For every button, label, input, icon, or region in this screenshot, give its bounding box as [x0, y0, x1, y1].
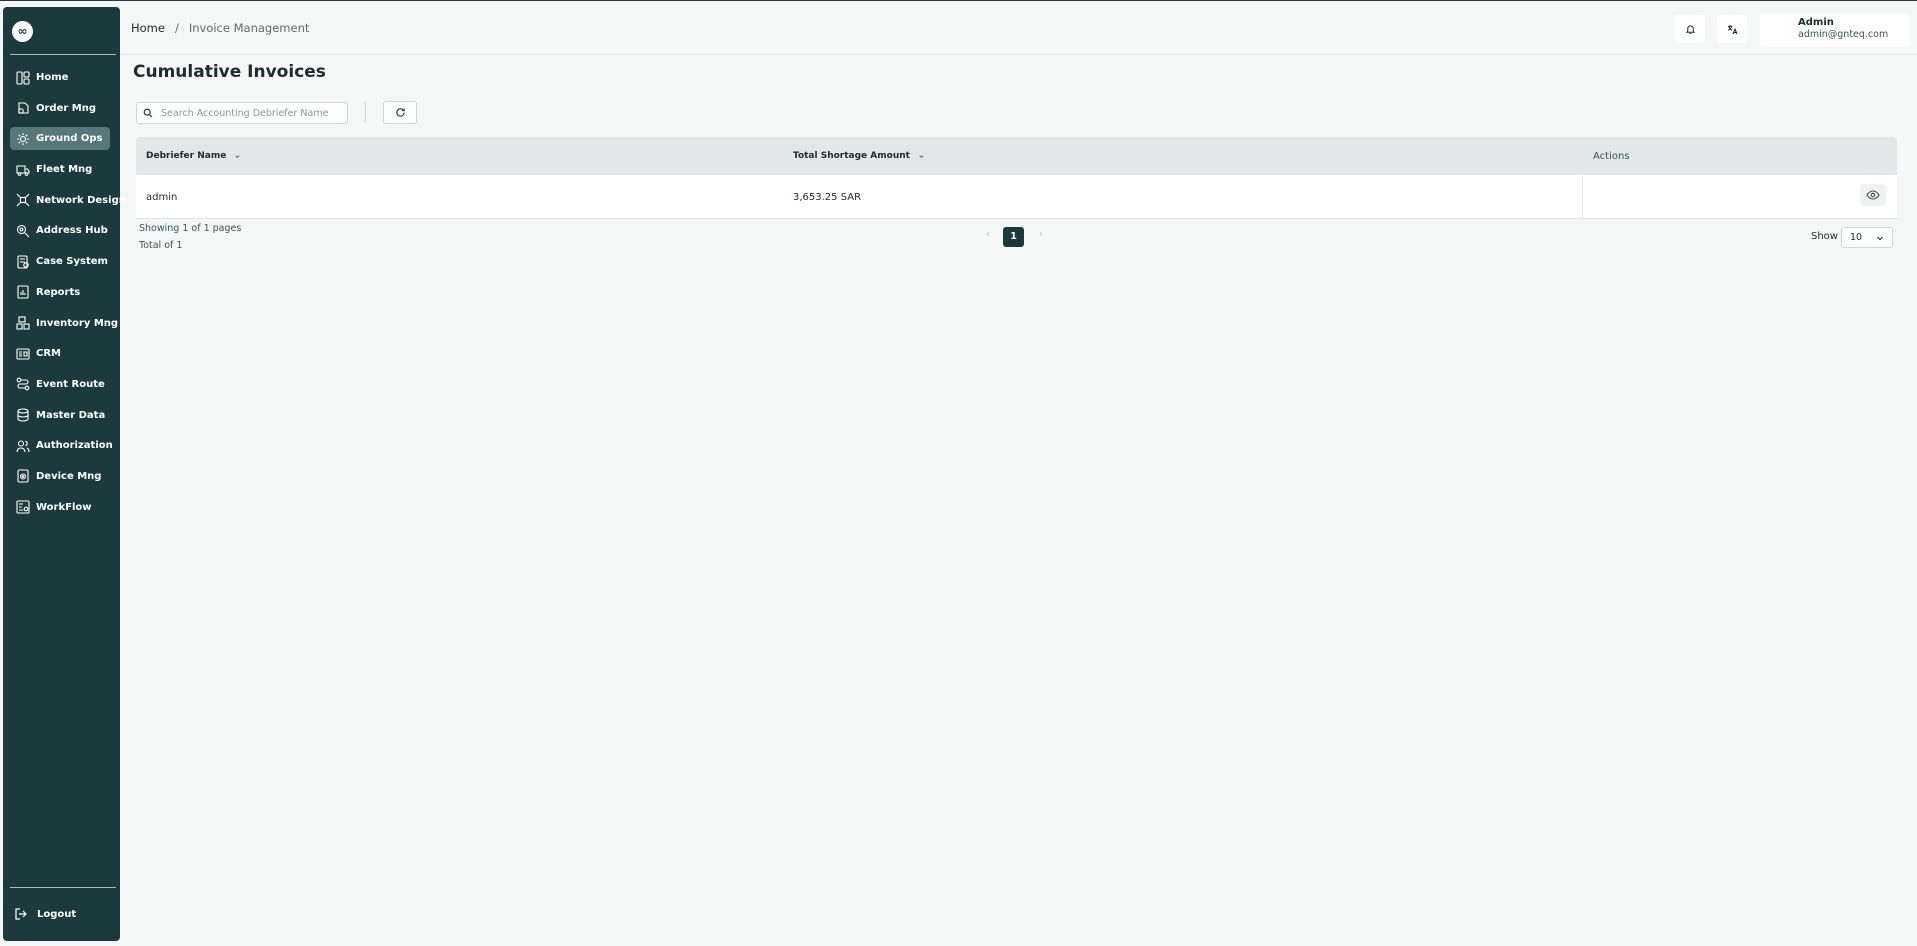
- dashboard-icon: [16, 70, 30, 85]
- top-header: Home / Invoice Management Admin admin@gn…: [120, 1, 1917, 55]
- page-size-value: 10: [1850, 232, 1863, 243]
- user-profile-button[interactable]: Admin admin@gnteq.com: [1760, 14, 1910, 47]
- logout-button[interactable]: Logout: [14, 907, 76, 921]
- column-header-total-shortage-amount[interactable]: Total Shortage Amount: [793, 137, 925, 175]
- inventory-icon: [16, 316, 30, 330]
- page-size-label: Show: [1811, 231, 1838, 242]
- sidebar-item-fleet-mng[interactable]: Fleet Mng: [10, 158, 110, 181]
- logout-icon: [15, 908, 27, 920]
- toolbar-divider: [365, 101, 366, 123]
- sidebar-item-label: Network Design: [36, 194, 126, 206]
- sidebar-item-master-data[interactable]: Master Data: [10, 404, 110, 427]
- sidebar-item-network-design[interactable]: Network Design: [10, 189, 126, 212]
- refresh-icon: [395, 108, 405, 117]
- sidebar-item-case-system[interactable]: Case System: [10, 250, 110, 273]
- sidebar-item-label: Address Hub: [36, 225, 108, 237]
- column-header-debriefer-name[interactable]: Debriefer Name: [146, 137, 241, 175]
- sidebar-item-device-mng[interactable]: Device Mng: [10, 465, 110, 488]
- sidebar-item-label: Inventory Mng: [36, 317, 119, 329]
- next-page-button[interactable]: ›: [1039, 229, 1043, 240]
- sidebar-item-authorization[interactable]: Authorization: [10, 434, 113, 457]
- sidebar-divider: [10, 887, 116, 888]
- sidebar-item-inventory-mng[interactable]: Inventory Mng: [10, 312, 118, 335]
- column-label: Total Shortage Amount: [793, 151, 910, 161]
- sidebar-nav: Home Order Mng Ground Ops Fleet Mng Netw…: [10, 66, 126, 526]
- table-header: Debriefer Name Total Shortage Amount Act…: [136, 137, 1897, 175]
- order-icon: [18, 102, 29, 114]
- app-logo[interactable]: ∞: [12, 21, 33, 42]
- table-row: admin 3,653.25 SAR: [136, 175, 1897, 219]
- column-header-actions: Actions: [1593, 150, 1630, 162]
- logout-label: Logout: [37, 908, 77, 920]
- breadcrumb-separator: /: [174, 21, 179, 35]
- sidebar-item-label: Fleet Mng: [36, 164, 93, 176]
- users-icon: [16, 440, 30, 452]
- view-button[interactable]: [1860, 184, 1886, 206]
- pagination-showing: Showing 1 of 1 pages: [139, 223, 242, 234]
- chevron-down-icon: [1877, 236, 1883, 241]
- device-icon: [17, 469, 29, 483]
- language-button[interactable]: [1717, 15, 1747, 43]
- sidebar-divider: [10, 54, 116, 55]
- sidebar-item-label: Authorization: [36, 440, 113, 452]
- ground-ops-icon: [17, 132, 29, 145]
- sidebar-item-workflow[interactable]: WorkFlow: [10, 496, 110, 519]
- refresh-button[interactable]: [383, 101, 417, 124]
- case-icon: [17, 255, 29, 269]
- invoices-table: Debriefer Name Total Shortage Amount Act…: [136, 137, 1897, 219]
- sidebar-item-crm[interactable]: CRM: [10, 342, 110, 365]
- sidebar-item-label: Event Route: [36, 378, 105, 390]
- sidebar-item-ground-ops[interactable]: Ground Ops: [10, 127, 110, 151]
- bell-icon: [1685, 24, 1695, 34]
- user-email: admin@gnteq.com: [1798, 29, 1889, 40]
- page-title: Cumulative Invoices: [133, 62, 326, 82]
- search-input[interactable]: [161, 107, 341, 119]
- breadcrumb: Home / Invoice Management: [131, 21, 309, 35]
- breadcrumb-home[interactable]: Home: [131, 21, 165, 35]
- sidebar-item-order-mng[interactable]: Order Mng: [10, 97, 110, 120]
- notifications-button[interactable]: [1675, 15, 1705, 43]
- translate-icon: [1727, 24, 1738, 34]
- sort-chevron-icon: [919, 154, 924, 158]
- route-icon: [16, 378, 30, 391]
- workflow-icon: [16, 500, 30, 514]
- sidebar-item-reports[interactable]: Reports: [10, 281, 110, 304]
- cell-total-shortage-amount: 3,653.25 SAR: [793, 191, 862, 203]
- eye-icon: [1866, 190, 1880, 200]
- sidebar: ∞ Home Order Mng Ground Ops Fleet Mng Ne…: [3, 7, 126, 941]
- network-icon: [16, 193, 30, 207]
- breadcrumb-current: Invoice Management: [188, 21, 310, 35]
- sidebar-item-address-hub[interactable]: Address Hub: [10, 219, 110, 242]
- sidebar-item-label: CRM: [36, 348, 61, 360]
- sidebar-item-label: Master Data: [36, 409, 106, 421]
- user-name: Admin: [1798, 17, 1834, 28]
- search-icon: [143, 108, 153, 118]
- truck-icon: [16, 165, 30, 176]
- location-icon: [16, 224, 30, 238]
- actions-column-divider: [1582, 175, 1583, 219]
- sort-chevron-icon: [235, 154, 240, 158]
- sidebar-item-label: Ground Ops: [36, 133, 103, 145]
- sidebar-item-home[interactable]: Home: [10, 66, 110, 89]
- page-number-button[interactable]: 1: [1003, 227, 1024, 247]
- sidebar-item-label: Home: [36, 72, 69, 83]
- sidebar-item-event-route[interactable]: Event Route: [10, 373, 110, 396]
- database-icon: [17, 408, 29, 422]
- sidebar-item-label: Case System: [36, 256, 108, 268]
- previous-page-button[interactable]: ‹: [986, 229, 990, 240]
- page-size-select[interactable]: 10: [1841, 227, 1893, 248]
- cell-debriefer-name: admin: [146, 191, 178, 203]
- sidebar-item-label: Reports: [36, 286, 81, 298]
- sidebar-item-label: WorkFlow: [36, 501, 92, 513]
- report-icon: [17, 285, 29, 299]
- sidebar-item-label: Order Mng: [36, 102, 97, 114]
- crm-icon: [16, 348, 30, 360]
- column-label: Debriefer Name: [146, 151, 227, 161]
- search-box: [136, 102, 348, 124]
- pagination-total: Total of 1: [139, 240, 183, 251]
- sidebar-item-label: Device Mng: [36, 470, 102, 482]
